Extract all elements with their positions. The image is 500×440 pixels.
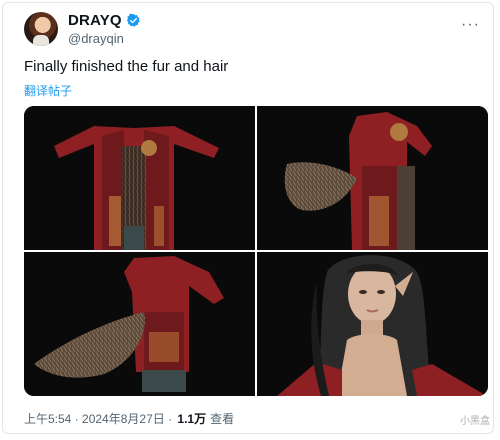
character-closeup-illustration [257,252,488,396]
avatar[interactable] [24,12,58,46]
post-header: DRAYQ @drayqin ··· [24,10,480,50]
post-time[interactable]: 上午5:54 [24,410,71,427]
display-name[interactable]: DRAYQ [68,12,122,29]
media-image-3[interactable] [24,252,255,396]
robe-side-illustration [257,106,488,250]
author-handle[interactable]: @drayqin [68,31,124,46]
media-image-2[interactable] [257,106,488,250]
ellipsis-icon[interactable]: ··· [461,16,480,34]
meta-separator: · [164,412,176,426]
media-image-1[interactable] [24,106,255,250]
post-metadata: 上午5:54 · 2024年8月27日 · 1.1万 查看 [24,410,234,427]
views-label[interactable]: 查看 [210,410,234,427]
watermark: 小黑盒 [460,416,490,427]
robe-front-illustration [24,106,255,250]
robe-back-illustration [24,252,255,396]
translate-post-link[interactable]: 翻译帖子 [24,82,72,99]
media-grid [24,106,488,396]
media-image-4[interactable] [257,252,488,396]
post-date[interactable]: 2024年8月27日 [82,410,165,427]
post-text: Finally finished the fur and hair [24,58,229,75]
meta-separator: · [71,412,83,426]
author-name-row: DRAYQ [68,12,141,29]
views-count: 1.1万 [177,412,207,426]
verified-badge-icon [126,13,140,27]
